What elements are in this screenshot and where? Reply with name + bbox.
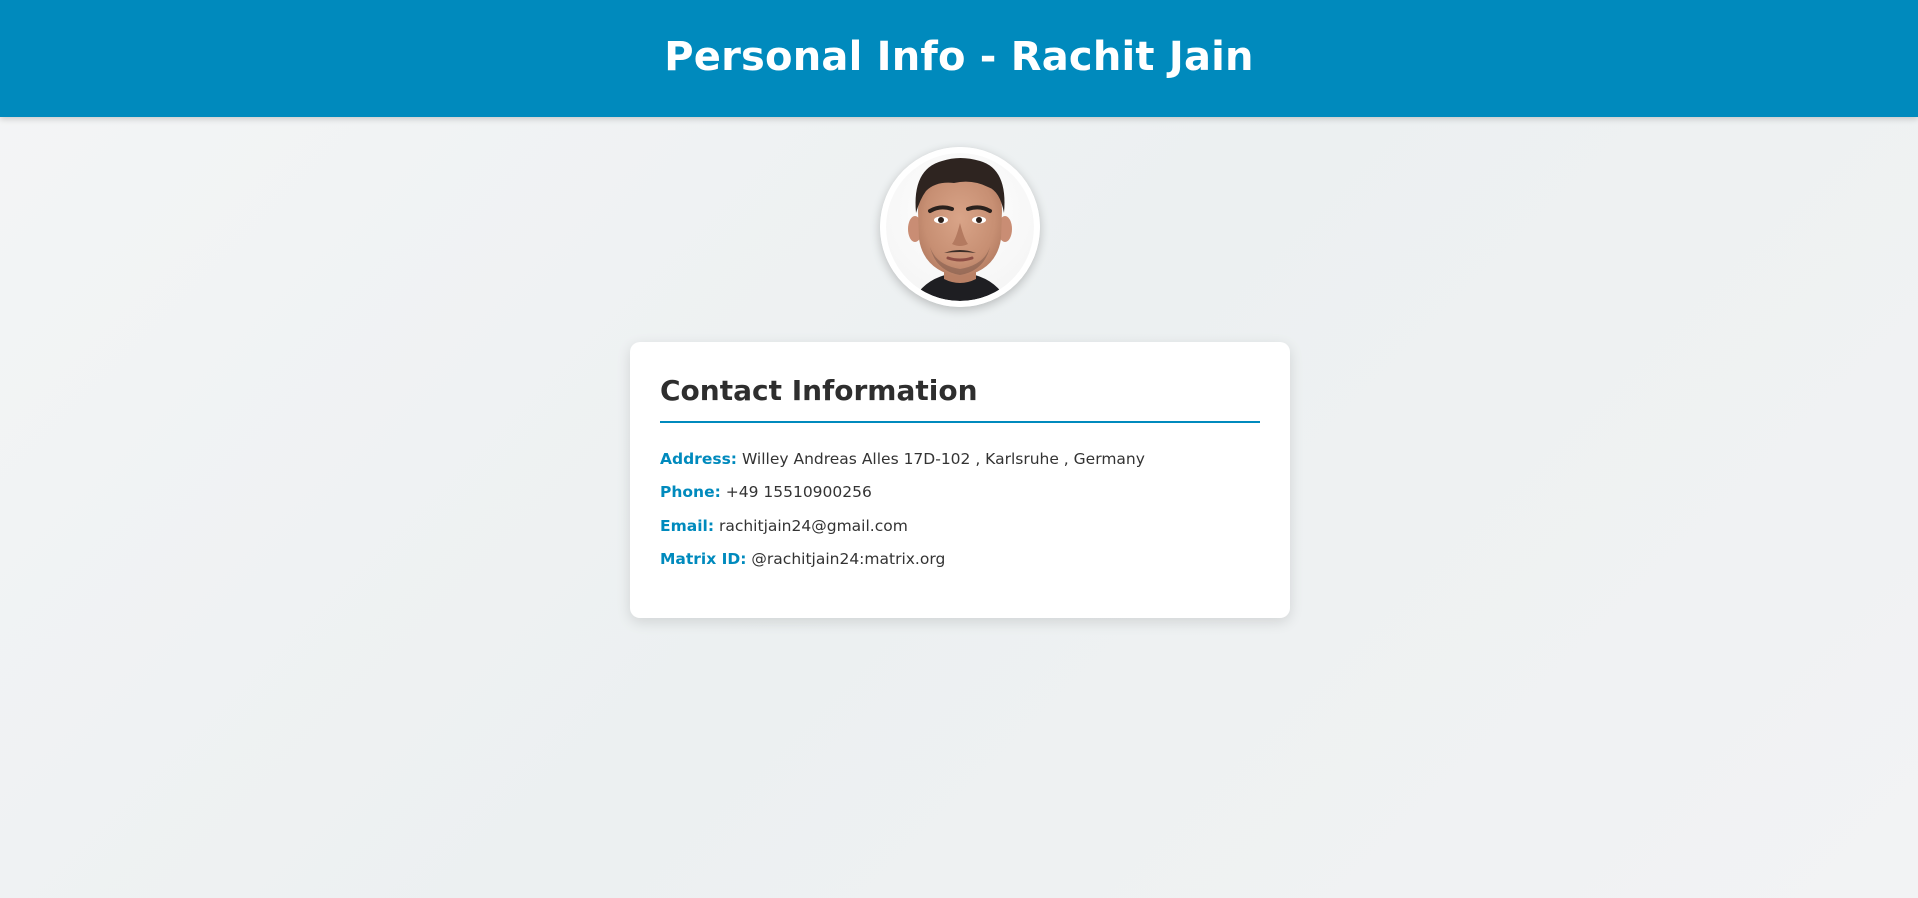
matrix-id-label: Matrix ID:	[660, 550, 747, 569]
profile-photo-icon	[880, 147, 1040, 307]
page-header: Personal Info - Rachit Jain	[0, 0, 1918, 117]
phone-label: Phone:	[660, 483, 721, 502]
contact-list: Address: Willey Andreas Alles 17D-102 , …	[660, 449, 1260, 570]
email-label: Email:	[660, 516, 715, 535]
contact-address: Address: Willey Andreas Alles 17D-102 , …	[660, 449, 1260, 469]
address-label: Address:	[660, 449, 737, 468]
contact-email: Email: rachitjain24@gmail.com	[660, 516, 1260, 536]
matrix-id-value: @rachitjain24:matrix.org	[751, 550, 946, 569]
contact-card: Contact Information Address: Willey Andr…	[630, 342, 1290, 618]
contact-matrix-id: Matrix ID: @rachitjain24:matrix.org	[660, 549, 1260, 569]
contact-heading: Contact Information	[660, 375, 1260, 423]
profile-photo	[880, 147, 1040, 307]
page-title: Personal Info - Rachit Jain	[664, 33, 1254, 80]
phone-value: +49 15510900256	[725, 483, 872, 502]
email-value: rachitjain24@gmail.com	[718, 516, 908, 535]
address-value: Willey Andreas Alles 17D-102 , Karlsruhe…	[741, 449, 1145, 468]
contact-phone: Phone: +49 15510900256	[660, 482, 1260, 502]
